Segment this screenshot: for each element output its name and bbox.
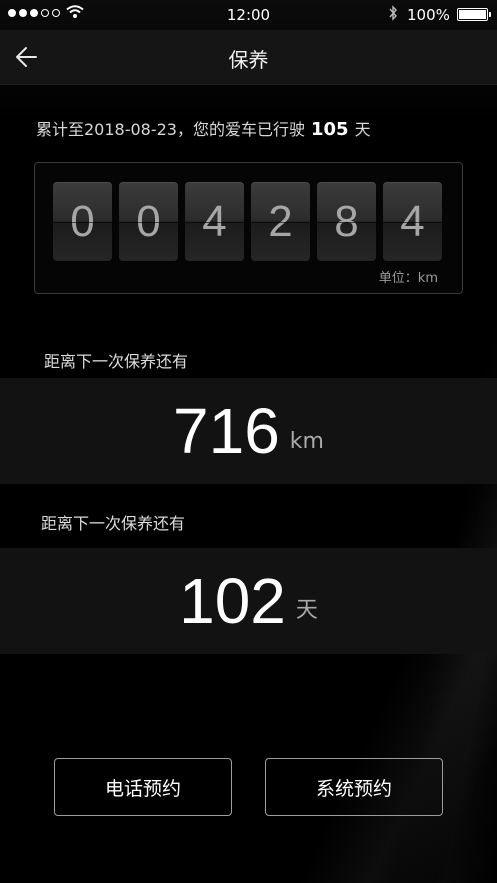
next-km-band: 716 km xyxy=(0,378,497,484)
system-booking-button[interactable]: 系统预约 xyxy=(265,758,443,816)
odometer-digit: 0 xyxy=(53,182,112,261)
page-title: 保养 xyxy=(228,48,269,72)
status-bar: 12:00 100% xyxy=(0,0,497,30)
phone-booking-button[interactable]: 电话预约 xyxy=(54,758,232,816)
battery-percent: 100% xyxy=(407,6,450,24)
summary-prefix: 累计至2018-08-23，您的爱车已行驶 xyxy=(36,120,305,139)
next-km-unit: km xyxy=(289,429,324,454)
next-days-label: 距离下一次保养还有 xyxy=(41,514,186,533)
battery-fill xyxy=(459,10,486,19)
bluetooth-icon xyxy=(388,5,398,25)
mileage-summary: 累计至2018-08-23，您的爱车已行驶 105 天 xyxy=(36,116,371,140)
odometer-digits: 0 0 4 2 8 4 xyxy=(53,182,442,261)
next-km-value: 716 xyxy=(173,395,280,467)
odometer-unit-label: 单位：km xyxy=(378,271,438,286)
odometer-digit: 4 xyxy=(185,182,244,261)
arrow-left-icon xyxy=(16,47,37,67)
odometer-digit: 0 xyxy=(119,182,178,261)
odometer-digit: 8 xyxy=(317,182,376,261)
nav-bar: 保养 xyxy=(0,30,497,85)
next-days-value: 102 xyxy=(179,565,286,637)
battery-icon xyxy=(457,8,491,21)
back-button[interactable] xyxy=(14,42,54,72)
odometer-digit: 2 xyxy=(251,182,310,261)
next-days-band: 102 天 xyxy=(0,548,497,654)
odometer-panel: 0 0 4 2 8 4 单位：km xyxy=(34,162,463,294)
next-days-unit: 天 xyxy=(295,598,318,623)
next-km-label: 距离下一次保养还有 xyxy=(44,352,189,371)
summary-days: 105 xyxy=(311,119,349,140)
odometer-digit: 4 xyxy=(383,182,442,261)
summary-suffix: 天 xyxy=(354,120,371,139)
